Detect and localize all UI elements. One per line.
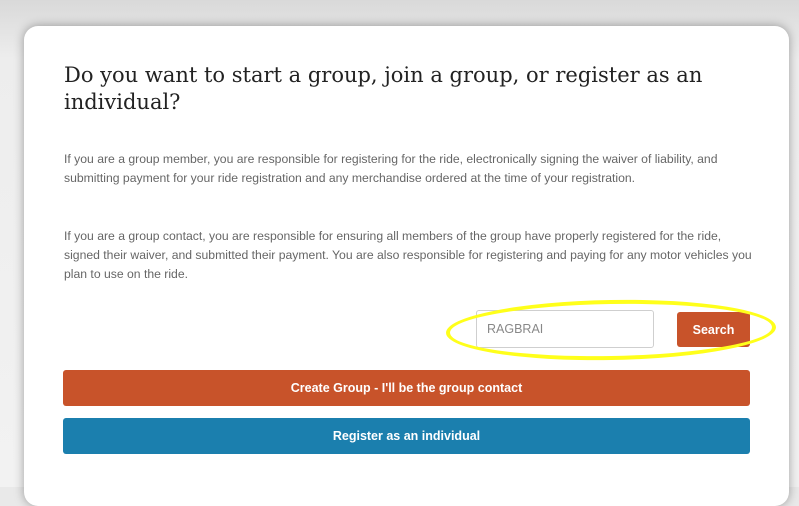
page-title: Do you want to start a group, join a gro… [64, 63, 703, 114]
register-individual-button[interactable]: Register as an individual [63, 418, 750, 454]
create-group-button[interactable]: Create Group - I'll be the group contact [63, 370, 750, 406]
group-member-info: If you are a group member, you are respo… [64, 152, 718, 185]
search-button[interactable]: Search [677, 312, 750, 347]
group-contact-info: If you are a group contact, you are resp… [64, 229, 752, 281]
group-search-input[interactable] [476, 310, 654, 348]
